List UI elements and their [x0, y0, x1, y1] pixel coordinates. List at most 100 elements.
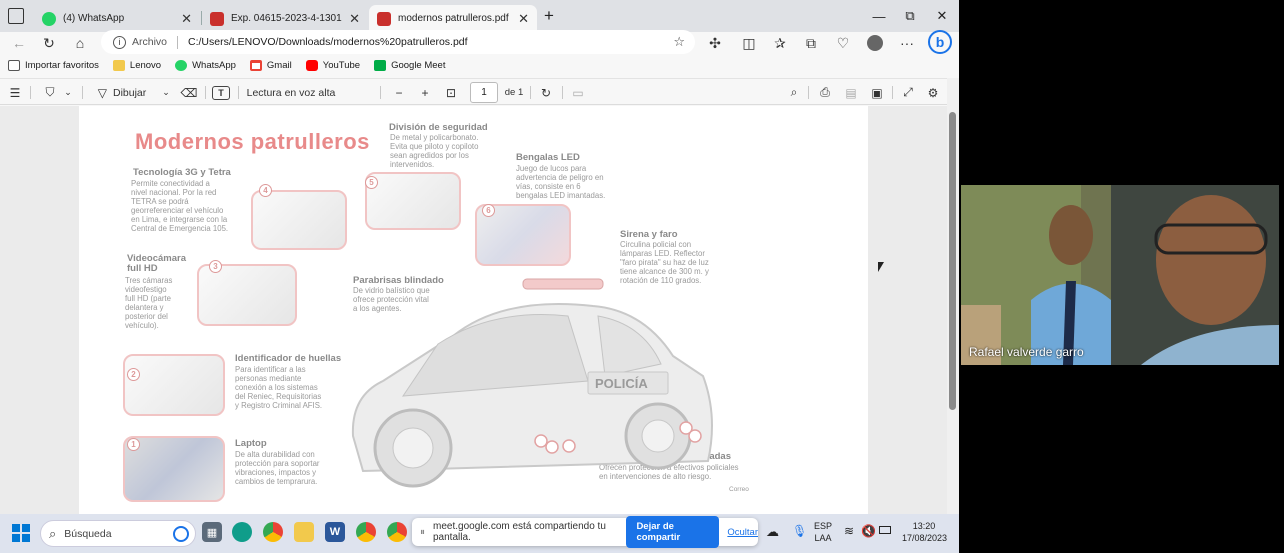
browser-essentials-icon[interactable]: ♡: [832, 32, 854, 54]
chevron-down-icon[interactable]: ⌄: [62, 83, 74, 102]
tab-title: modernos patrulleros.pdf: [398, 13, 509, 24]
section-body: De metal y policarbonato. Evita que pilo…: [390, 133, 479, 169]
bookmark-label: Lenovo: [129, 59, 162, 71]
callout-number: 6: [482, 204, 495, 217]
highlight-icon[interactable]: ⛉: [40, 83, 60, 102]
section-heading: Tecnología 3G y Tetra: [133, 167, 231, 178]
drag-handle-icon[interactable]: ⏸: [420, 527, 425, 538]
copilot-icon[interactable]: b: [928, 30, 952, 54]
text-icon[interactable]: T: [212, 86, 230, 100]
rotate-icon[interactable]: ↻: [538, 83, 554, 102]
stop-sharing-button[interactable]: Dejar de compartir: [626, 516, 720, 548]
taskbar-search[interactable]: ⌕ Búsqueda: [40, 520, 196, 547]
tab-modernos-patrulleros[interactable]: modernos patrulleros.pdf ✕: [369, 5, 537, 32]
back-icon[interactable]: ←: [8, 32, 30, 54]
language-code: ESP: [814, 521, 833, 531]
address-divider: [177, 35, 179, 49]
toolbar-divider: [82, 86, 83, 99]
callout-number: 4: [259, 184, 272, 197]
more-options-icon[interactable]: ···: [896, 32, 918, 54]
hide-link[interactable]: Ocultar: [727, 527, 758, 538]
toolbar-divider: [238, 86, 239, 99]
contents-icon[interactable]: ☰: [6, 83, 24, 102]
search-icon: ⌕: [49, 525, 57, 541]
section-image: [197, 264, 297, 326]
new-tab-button[interactable]: +: [534, 6, 564, 26]
info-icon[interactable]: i: [113, 35, 126, 49]
bookmark-import-favorites[interactable]: Importar favoritos: [8, 59, 99, 71]
page-number-input[interactable]: 1: [470, 82, 498, 103]
youtube-icon: [305, 59, 318, 71]
bookmark-youtube[interactable]: YouTube: [305, 59, 360, 71]
profile-avatar[interactable]: [864, 32, 886, 54]
bookmark-label: Importar favoritos: [25, 59, 99, 71]
tab-whatsapp[interactable]: (4) WhatsApp ✕: [34, 5, 200, 32]
chrome-icon[interactable]: [387, 522, 407, 542]
tab-actions-icon[interactable]: [8, 8, 24, 24]
toolbar-divider: [380, 86, 381, 99]
microphone-icon[interactable]: 🎙: [792, 523, 807, 539]
meet-icon: [374, 59, 387, 71]
chevron-down-icon[interactable]: ⌄: [160, 83, 172, 102]
save-icon[interactable]: ▤: [842, 83, 860, 102]
refresh-icon[interactable]: ↻: [38, 32, 60, 54]
favorite-star-icon[interactable]: ☆: [673, 34, 685, 50]
browser-window: (4) WhatsApp ✕ Exp. 04615-2023-4-1301-JR…: [0, 0, 959, 514]
restore-button[interactable]: ⧉: [895, 6, 925, 26]
word-icon[interactable]: W: [325, 522, 345, 542]
bookmark-label: WhatsApp: [192, 59, 236, 71]
close-tab-icon[interactable]: ✕: [181, 11, 192, 27]
edge-icon[interactable]: [232, 522, 252, 542]
save-as-icon[interactable]: ▣: [868, 83, 886, 102]
minimize-button[interactable]: —: [864, 6, 894, 26]
close-tab-icon[interactable]: ✕: [349, 11, 360, 27]
clock-date: 17/08/2023: [902, 533, 948, 544]
section-heading: División de seguridad: [389, 122, 488, 133]
zoom-out-icon[interactable]: −: [392, 83, 406, 102]
split-screen-icon[interactable]: ◫: [738, 32, 760, 54]
home-icon[interactable]: ⌂: [69, 32, 91, 54]
address-url[interactable]: C:/Users/LENOVO/Downloads/modernos%20pat…: [188, 36, 468, 48]
address-scheme-label: Archivo: [132, 36, 168, 48]
cloud-icon[interactable]: ☁: [766, 523, 779, 541]
bookmark-lenovo[interactable]: Lenovo: [112, 59, 162, 71]
extensions-icon[interactable]: ✣: [704, 32, 726, 54]
print-icon[interactable]: ⎙: [816, 83, 834, 102]
clock[interactable]: 13:20 17/08/2023: [902, 520, 948, 544]
draw-button[interactable]: ▽ Dibujar: [92, 83, 152, 102]
toolbar-divider: [892, 86, 893, 99]
bookmark-google-meet[interactable]: Google Meet: [374, 59, 445, 71]
collections-icon[interactable]: ⧉: [800, 32, 822, 54]
zoom-in-icon[interactable]: +: [418, 83, 432, 102]
windows-start-icon[interactable]: [12, 524, 30, 542]
search-icon[interactable]: ⌕: [786, 83, 802, 102]
scrollbar-thumb[interactable]: [949, 112, 956, 410]
fullscreen-icon[interactable]: ⤢: [900, 83, 916, 102]
read-aloud-button[interactable]: Lectura en voz alta: [246, 83, 336, 102]
address-bar[interactable]: i Archivo C:/Users/LENOVO/Downloads/mode…: [101, 30, 695, 54]
section-heading: Laptop: [235, 438, 267, 449]
settings-gear-icon[interactable]: ⚙: [925, 83, 941, 102]
pdf-icon: [377, 11, 391, 26]
file-explorer-icon[interactable]: [294, 522, 314, 542]
draw-icon: ▽: [97, 85, 107, 100]
battery-icon[interactable]: [879, 526, 891, 534]
favorites-icon[interactable]: ✰: [769, 32, 791, 54]
calculator-icon[interactable]: ▦: [202, 522, 222, 542]
toolbar-divider: [30, 86, 31, 99]
volume-muted-icon[interactable]: 🔇: [861, 523, 876, 539]
close-tab-icon[interactable]: ✕: [518, 11, 529, 27]
close-window-button[interactable]: ✕: [927, 6, 957, 26]
bookmark-whatsapp[interactable]: WhatsApp: [175, 59, 236, 71]
bookmark-gmail[interactable]: Gmail: [249, 59, 292, 71]
keyboard-layout: LAA: [814, 533, 832, 544]
tab-expediente[interactable]: Exp. 04615-2023-4-1301-JR-PE-0 ✕: [202, 5, 368, 32]
callout-number: 2: [127, 368, 140, 381]
chrome-icon[interactable]: [356, 522, 376, 542]
wifi-icon[interactable]: ≋: [844, 523, 854, 539]
fit-page-icon[interactable]: ⊡: [442, 83, 460, 102]
eraser-icon[interactable]: ⌫: [180, 83, 198, 102]
language-indicator[interactable]: ESP LAA: [814, 520, 832, 544]
chrome-icon[interactable]: [263, 522, 283, 542]
page-view-icon[interactable]: ▭: [570, 83, 586, 102]
